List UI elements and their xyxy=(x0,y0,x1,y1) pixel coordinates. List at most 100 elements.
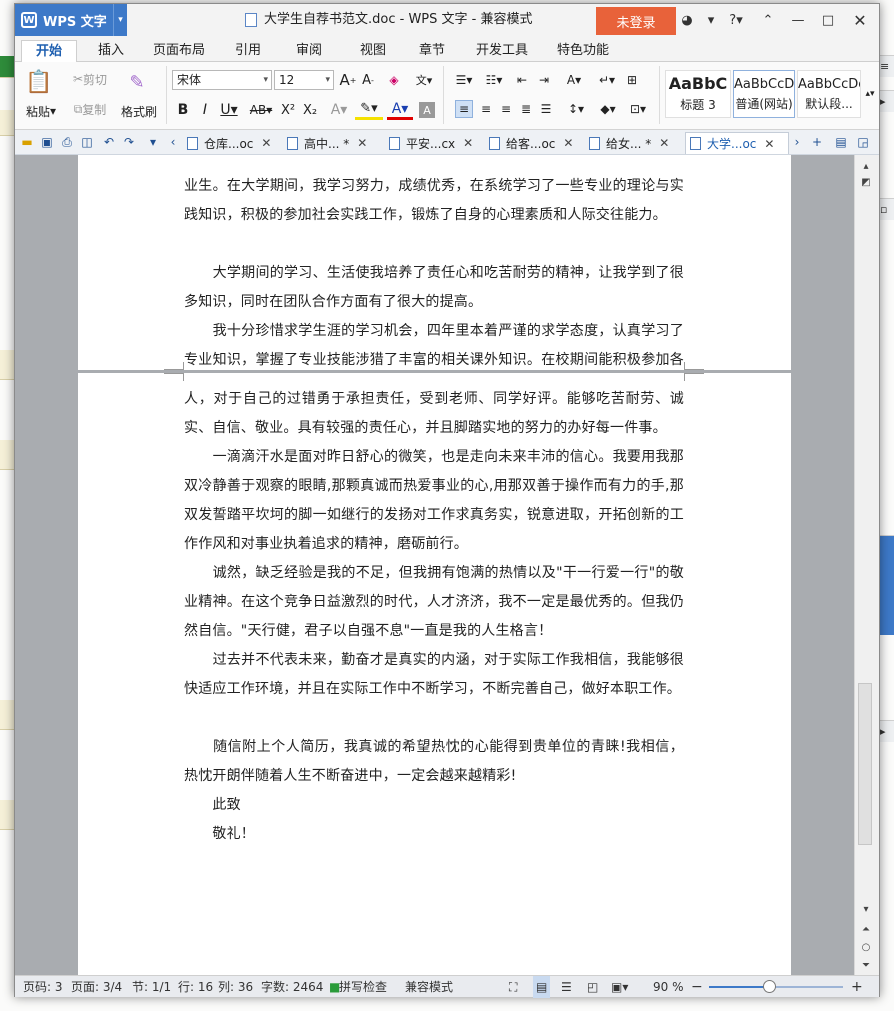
clear-format-icon[interactable]: ◈ xyxy=(385,70,403,90)
font-name-select[interactable]: 宋体 xyxy=(172,70,272,90)
font-color-icon[interactable]: A▾ xyxy=(387,100,413,120)
collapse-ribbon-icon[interactable]: ⌃ xyxy=(759,11,777,29)
scroll-down-icon[interactable]: ▾ xyxy=(859,903,873,915)
fullscreen-icon[interactable]: ⛶ xyxy=(509,976,517,998)
zoom-in-icon[interactable]: + xyxy=(851,976,863,998)
undo-icon[interactable]: ↶ xyxy=(101,134,117,150)
wps-menu-button[interactable]: W WPS 文字 ▾ xyxy=(15,4,127,36)
style-default-para[interactable]: AaBbCcDc 默认段... xyxy=(797,70,861,118)
menu-8[interactable]: 特色功能 xyxy=(545,40,621,62)
select-browse-icon[interactable]: ○ xyxy=(859,941,873,953)
document-tab[interactable]: 给女... * ✕ xyxy=(585,132,681,154)
line-spacing-icon[interactable]: ↕▾ xyxy=(563,100,589,118)
prev-page-icon[interactable]: ⏶ xyxy=(859,923,873,935)
next-page-icon[interactable]: ⏷ xyxy=(859,959,873,971)
font-size-select[interactable]: 12 xyxy=(274,70,334,90)
subscript-icon[interactable]: X₂ xyxy=(301,100,319,120)
zoom-out-icon[interactable]: − xyxy=(691,976,703,998)
char-shading-icon[interactable]: A xyxy=(419,102,435,118)
bold-icon[interactable]: B xyxy=(175,100,191,120)
quick-access-more-icon[interactable]: ▾ xyxy=(145,134,161,150)
align-center-icon[interactable]: ≡ xyxy=(477,100,495,118)
page-4[interactable]: 人，对于自己的过错勇于承担责任，受到老师、同学好评。能够吃苦耐劳、诚实、自信、敬… xyxy=(78,373,791,975)
minimize-icon[interactable]: — xyxy=(789,11,807,29)
document-tab[interactable]: 仓库...oc ✕ xyxy=(183,132,279,154)
tab-list-icon[interactable]: ▤ xyxy=(833,134,849,150)
menu-2[interactable]: 页面布局 xyxy=(145,40,213,62)
zoom-slider-knob[interactable] xyxy=(763,980,777,993)
reading-view-icon[interactable]: ▣▾ xyxy=(611,976,628,998)
highlight-icon[interactable]: ✎▾ xyxy=(355,100,383,120)
pinyin-icon[interactable]: 文▾ xyxy=(409,70,439,90)
document-tab[interactable]: 大学...oc ✕ xyxy=(685,132,789,154)
italic-icon[interactable]: I xyxy=(197,100,213,120)
scrollbar-thumb[interactable] xyxy=(858,683,872,845)
format-painter-button[interactable]: 格式刷 xyxy=(115,102,163,120)
vertical-scrollbar[interactable]: ▴ ◩ ▾ ⏶ ○ ⏷ xyxy=(854,155,879,975)
close-tab-icon[interactable]: ✕ xyxy=(357,136,367,150)
change-case-icon[interactable]: A▾ xyxy=(561,70,587,90)
style-normal-web[interactable]: AaBbCcD 普通(网站) xyxy=(733,70,795,118)
tab-switch-icon[interactable]: ◲ xyxy=(855,134,871,150)
print-preview-icon[interactable]: ◫ xyxy=(79,134,95,150)
help-button[interactable]: ? ▾ xyxy=(727,11,745,29)
menu-5[interactable]: 视图 xyxy=(349,40,397,62)
distribute-icon[interactable]: ☰ xyxy=(537,100,555,118)
format-painter-icon[interactable]: ✎ xyxy=(123,68,151,96)
align-right-icon[interactable]: ≡ xyxy=(497,100,515,118)
shrink-font-icon[interactable]: A- xyxy=(359,70,377,90)
spellcheck-toggle[interactable]: 拼写检查 xyxy=(339,976,387,998)
text-effect-icon[interactable]: A▾ xyxy=(327,100,351,120)
outdent-icon[interactable]: ⇤ xyxy=(513,70,531,90)
show-marks-icon[interactable]: ↵▾ xyxy=(595,70,619,90)
copy-button[interactable]: ⧉ 复制 xyxy=(65,100,115,118)
scroll-to-top-icon[interactable]: ◩ xyxy=(859,176,873,188)
table-icon[interactable]: ⊞ xyxy=(623,70,641,90)
shirt-icon[interactable]: ▾ xyxy=(703,11,719,29)
style-heading3[interactable]: AaBbC 标题 3 xyxy=(665,70,731,118)
open-icon[interactable]: ▬ xyxy=(19,134,35,150)
strikethrough-icon[interactable]: AB▾ xyxy=(247,100,275,120)
menu-1[interactable]: 插入 xyxy=(85,40,137,62)
tab-scroll-left-icon[interactable]: ‹ xyxy=(165,134,181,150)
borders-icon[interactable]: ⊡▾ xyxy=(625,100,651,118)
menu-0[interactable]: 开始 xyxy=(21,40,77,63)
web-view-icon[interactable]: ◰ xyxy=(587,976,598,998)
maximize-icon[interactable]: □ xyxy=(819,11,837,29)
document-tab[interactable]: 给客...oc ✕ xyxy=(485,132,581,154)
numbering-icon[interactable]: ☷▾ xyxy=(481,70,507,90)
document-tab[interactable]: 高中... * ✕ xyxy=(283,132,381,154)
superscript-icon[interactable]: X² xyxy=(279,100,297,120)
indent-icon[interactable]: ⇥ xyxy=(535,70,553,90)
justify-icon[interactable]: ≣ xyxy=(517,100,535,118)
align-left-icon[interactable]: ≡ xyxy=(455,100,473,118)
save-icon[interactable]: ▣ xyxy=(39,134,55,150)
grow-font-icon[interactable]: A + xyxy=(339,70,357,90)
underline-icon[interactable]: U▾ xyxy=(217,100,241,120)
scroll-top-icon[interactable]: ▴ xyxy=(859,160,873,172)
skin-icon[interactable]: ◕ xyxy=(679,11,695,29)
bullets-icon[interactable]: ☰▾ xyxy=(451,70,477,90)
menu-3[interactable]: 引用 xyxy=(223,40,273,62)
close-tab-icon[interactable]: ✕ xyxy=(563,136,573,150)
outline-view-icon[interactable]: ☰ xyxy=(561,976,572,998)
close-tab-icon[interactable]: ✕ xyxy=(659,136,669,150)
paste-icon[interactable]: 📋 xyxy=(25,68,53,96)
close-tab-icon[interactable]: ✕ xyxy=(764,137,774,151)
menu-4[interactable]: 审阅 xyxy=(283,40,335,62)
styles-scroll-icon[interactable]: ▴▾ xyxy=(864,72,876,116)
close-tab-icon[interactable]: ✕ xyxy=(261,136,271,150)
cut-button[interactable]: ✂ 剪切 xyxy=(65,70,115,88)
tab-scroll-right-icon[interactable]: › xyxy=(789,134,805,150)
paste-button[interactable]: 粘贴 ▾ xyxy=(21,102,61,120)
chevron-down-icon[interactable]: ▾ xyxy=(113,4,127,36)
redo-icon[interactable]: ↷ xyxy=(121,134,137,150)
zoom-slider[interactable] xyxy=(709,980,843,993)
shading-icon[interactable]: ◆▾ xyxy=(595,100,621,118)
close-icon[interactable]: ✕ xyxy=(851,11,869,30)
new-tab-icon[interactable]: + xyxy=(809,134,825,150)
login-button[interactable]: 未登录 xyxy=(596,7,676,35)
menu-6[interactable]: 章节 xyxy=(407,40,457,62)
page-view-icon[interactable]: ▤ xyxy=(533,976,551,998)
page-3[interactable]: 业生。在大学期间，我学习努力，成绩优秀，在系统学习了一些专业的理论与实践知识，积… xyxy=(78,155,791,397)
